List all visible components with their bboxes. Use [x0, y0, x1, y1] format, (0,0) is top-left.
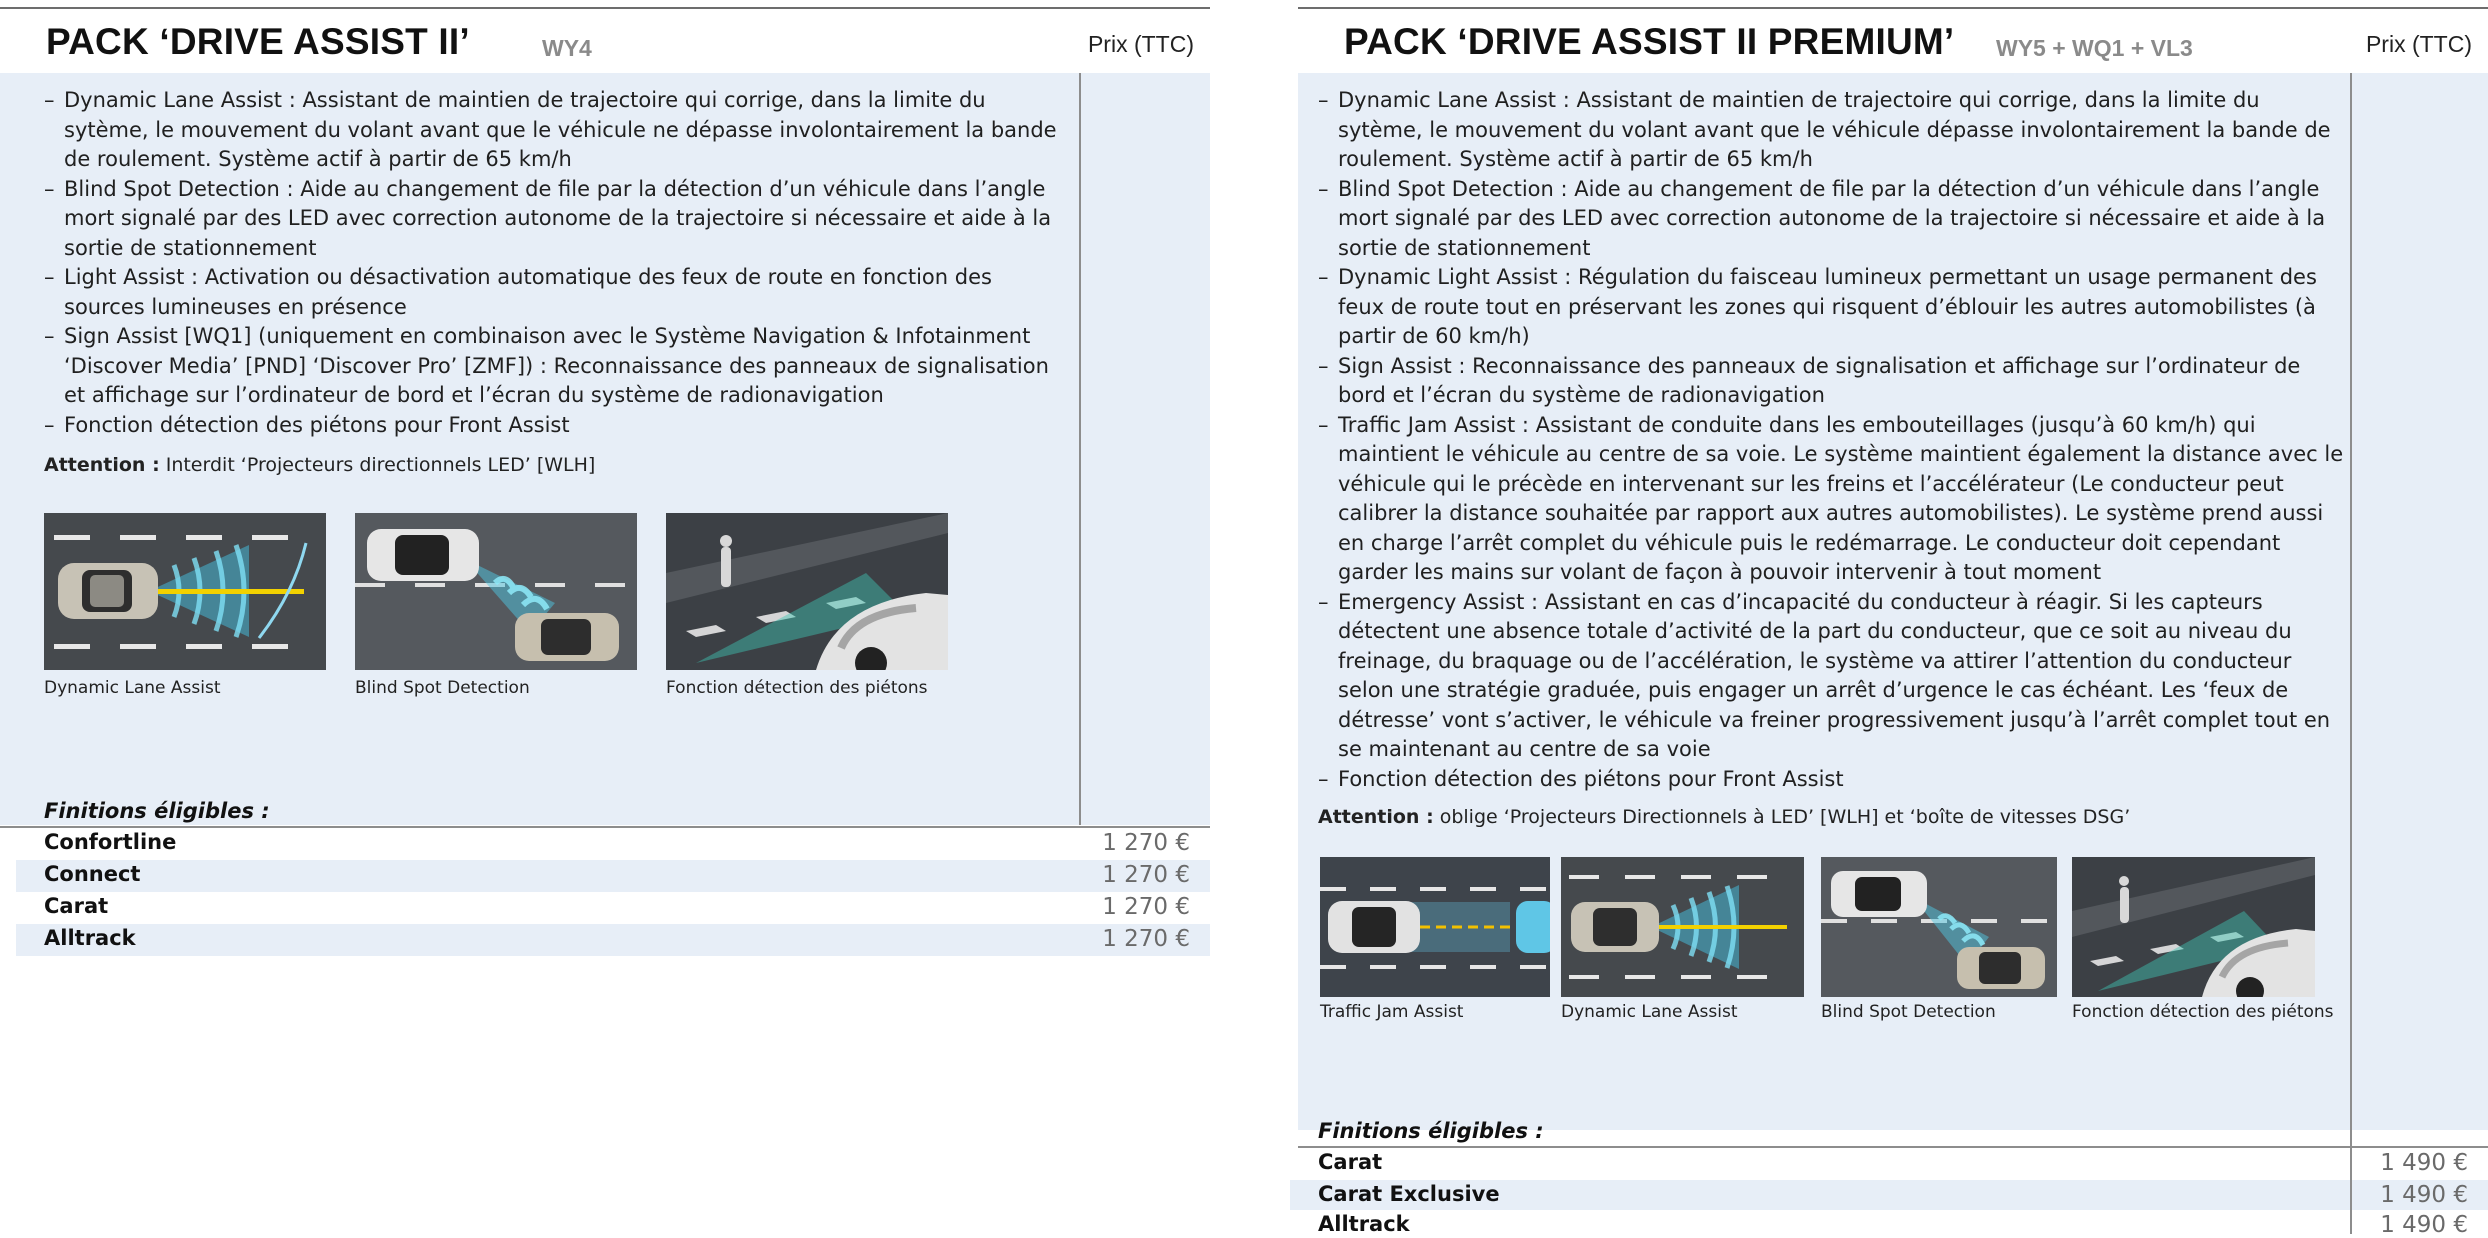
trim-price: 1 270 €	[1102, 862, 1190, 888]
image-caption: Fonction détection des piétons	[2072, 1002, 2334, 1022]
trim-price: 1 270 €	[1102, 830, 1190, 856]
table-row: Alltrack 1 270 €	[16, 924, 1210, 956]
price-column-divider	[2350, 1148, 2352, 1234]
feature-item: Blind Spot Detection : Aide au changemen…	[44, 175, 1076, 264]
feature-item: Fonction détection des piétons pour Fron…	[44, 411, 1076, 441]
feature-item: Emergency Assist : Assistant en cas d’in…	[1318, 588, 2346, 765]
blind-spot-detection-image	[1821, 857, 2057, 997]
price-column-divider	[1079, 73, 1081, 825]
dynamic-lane-assist-image	[44, 513, 326, 670]
image-caption: Dynamic Lane Assist	[44, 678, 221, 698]
attention-label: Attention :	[1318, 806, 1434, 828]
trim-price: 1 490 €	[2380, 1182, 2468, 1208]
trim-name: Carat	[44, 894, 109, 918]
eligible-trims-label: Finitions éligibles :	[1318, 1119, 1544, 1143]
price-column-divider	[2350, 73, 2352, 1234]
pack-header: PACK ‘DRIVE ASSIST II’ WY4 Prix (TTC)	[0, 7, 1210, 75]
image-caption: Blind Spot Detection	[1821, 1002, 1996, 1022]
trim-price: 1 490 €	[2380, 1212, 2468, 1238]
feature-item: Dynamic Lane Assist : Assistant de maint…	[1318, 86, 2346, 175]
traffic-jam-assist-image	[1320, 857, 1550, 997]
image-caption: Fonction détection des piétons	[666, 678, 928, 698]
image-caption: Blind Spot Detection	[355, 678, 530, 698]
feature-list: Dynamic Lane Assist : Assistant de maint…	[44, 86, 1076, 440]
feature-item: Sign Assist [WQ1] (uniquement en combina…	[44, 322, 1076, 411]
trim-price: 1 270 €	[1102, 894, 1190, 920]
table-row: Alltrack 1 490 €	[1290, 1210, 2488, 1238]
trim-name: Alltrack	[1318, 1212, 1410, 1236]
blind-spot-detection-image	[355, 513, 637, 670]
feature-item: Traffic Jam Assist : Assistant de condui…	[1318, 411, 2346, 588]
table-row: Connect 1 270 €	[16, 860, 1210, 892]
attention-note: Attention : Interdit ‘Projecteurs direct…	[44, 454, 595, 476]
price-column-header: Prix (TTC)	[1087, 31, 1194, 57]
trim-name: Carat Exclusive	[1318, 1182, 1500, 1206]
feature-item: Sign Assist : Reconnaissance des panneau…	[1318, 352, 2346, 411]
feature-item: Blind Spot Detection : Aide au changemen…	[1318, 175, 2346, 264]
trim-name: Connect	[44, 862, 141, 886]
trim-name: Alltrack	[44, 926, 136, 950]
table-row: Carat 1 270 €	[16, 892, 1210, 924]
trim-price: 1 490 €	[2380, 1150, 2468, 1176]
trim-name: Carat	[1318, 1150, 1383, 1174]
table-row: Carat Exclusive 1 490 €	[1290, 1180, 2488, 1212]
feature-item: Dynamic Lane Assist : Assistant de maint…	[44, 86, 1076, 175]
pedestrian-detection-image	[2072, 857, 2315, 997]
feature-item: Light Assist : Activation ou désactivati…	[44, 263, 1076, 322]
image-caption: Dynamic Lane Assist	[1561, 1002, 1738, 1022]
price-column-header: Prix (TTC)	[2365, 31, 2472, 57]
attention-note: Attention : oblige ‘Projecteurs Directio…	[1318, 806, 2130, 828]
feature-list: Dynamic Lane Assist : Assistant de maint…	[1318, 86, 2346, 794]
trim-name: Confortline	[44, 830, 177, 854]
table-row: Confortline 1 270 €	[16, 828, 1210, 860]
pedestrian-detection-image	[666, 513, 948, 670]
pack-header: PACK ‘DRIVE ASSIST II PREMIUM’ WY5 + WQ1…	[1298, 7, 2488, 75]
pack-title: PACK ‘DRIVE ASSIST II’	[46, 21, 470, 62]
image-caption: Traffic Jam Assist	[1320, 1002, 1464, 1022]
feature-item: Fonction détection des piétons pour Fron…	[1318, 765, 2346, 795]
attention-text: oblige ‘Projecteurs Directionnels à LED’…	[1433, 806, 2131, 828]
table-row: Carat 1 490 €	[1290, 1148, 2488, 1180]
trim-price: 1 270 €	[1102, 926, 1190, 952]
eligible-trims-label: Finitions éligibles :	[44, 799, 270, 823]
pack-title: PACK ‘DRIVE ASSIST II PREMIUM’	[1344, 21, 1955, 62]
attention-label: Attention :	[44, 454, 160, 476]
pack-code: WY5 + WQ1 + VL3	[1996, 35, 2193, 61]
attention-text: Interdit ‘Projecteurs directionnels LED’…	[159, 454, 596, 476]
feature-item: Dynamic Light Assist : Régulation du fai…	[1318, 263, 2346, 352]
dynamic-lane-assist-image	[1561, 857, 1804, 997]
pack-code: WY4	[542, 35, 592, 61]
